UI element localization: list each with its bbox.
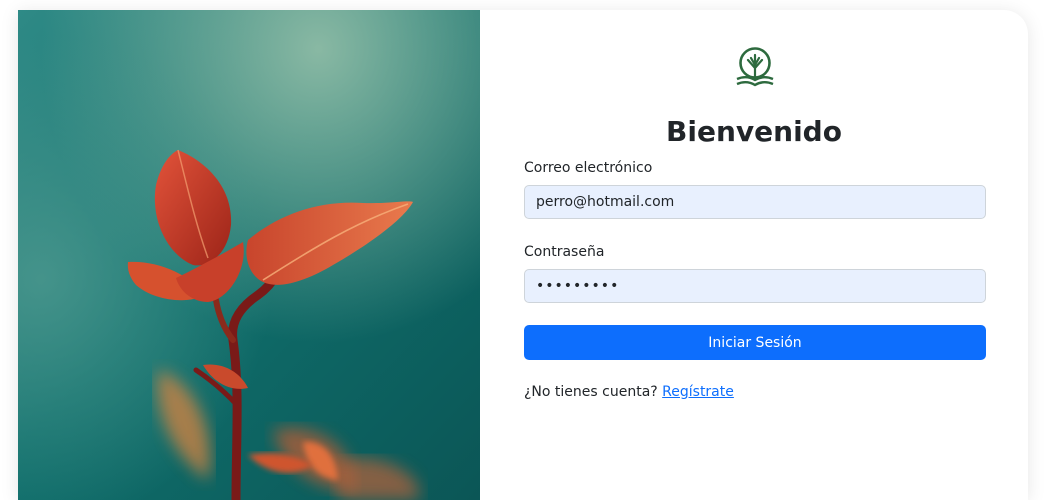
page-title: Bienvenido [666, 115, 842, 148]
login-card: Bienvenido Correo electrónico Contraseña… [18, 10, 1028, 500]
register-link[interactable]: Regístrate [662, 384, 734, 400]
tree-book-icon [734, 46, 776, 90]
login-button[interactable]: Iniciar Sesión [524, 325, 986, 360]
email-field[interactable] [524, 185, 986, 219]
register-prompt: ¿No tienes cuenta? Regístrate [524, 383, 734, 401]
login-form-panel: Bienvenido Correo electrónico Contraseña… [480, 10, 1028, 500]
plant-photo [18, 10, 480, 500]
password-field[interactable] [524, 269, 986, 303]
email-label: Correo electrónico [524, 160, 653, 176]
password-label: Contraseña [524, 244, 605, 260]
register-prompt-text: ¿No tienes cuenta? [524, 384, 658, 400]
